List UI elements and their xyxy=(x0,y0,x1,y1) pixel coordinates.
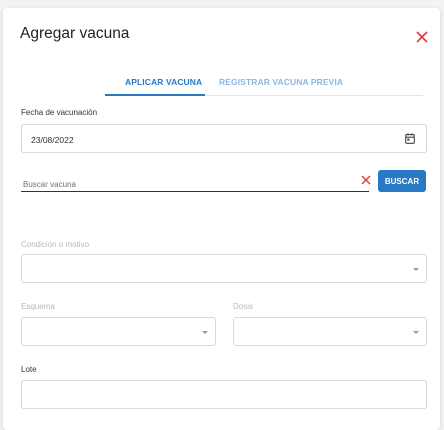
search-vaccine-input[interactable] xyxy=(21,168,369,192)
chevron-down-icon xyxy=(413,268,419,271)
lote-label: Lote xyxy=(21,365,37,374)
active-tab-indicator xyxy=(105,94,205,96)
search-button[interactable]: BUSCAR xyxy=(378,170,426,192)
condicion-select[interactable] xyxy=(21,254,427,283)
esquema-label: Esquema xyxy=(21,302,55,311)
dosis-label: Dosis xyxy=(233,302,254,311)
add-vaccine-dialog: Agregar vacuna APLICAR VACUNA REGISTRAR … xyxy=(3,8,440,430)
clear-icon[interactable] xyxy=(361,175,371,185)
calendar-icon[interactable] xyxy=(405,133,415,144)
lote-input[interactable] xyxy=(21,380,427,409)
tab-bar: APLICAR VACUNA REGISTRAR VACUNA PREVIA xyxy=(105,66,423,96)
fecha-field[interactable]: 23/08/2022 xyxy=(21,124,427,153)
fecha-label: Fecha de vacunación xyxy=(21,108,98,117)
dosis-select[interactable] xyxy=(233,317,427,346)
tab-aplicar-vacuna[interactable]: APLICAR VACUNA xyxy=(125,77,202,87)
esquema-select[interactable] xyxy=(21,317,216,346)
condicion-label: Condición o motivo xyxy=(21,240,90,249)
chevron-down-icon xyxy=(413,331,419,334)
dialog-title: Agregar vacuna xyxy=(20,25,130,42)
tab-registrar-vacuna-previa[interactable]: REGISTRAR VACUNA PREVIA xyxy=(219,77,343,87)
chevron-down-icon xyxy=(202,331,208,334)
fecha-value: 23/08/2022 xyxy=(31,135,74,145)
close-icon[interactable] xyxy=(415,30,429,44)
